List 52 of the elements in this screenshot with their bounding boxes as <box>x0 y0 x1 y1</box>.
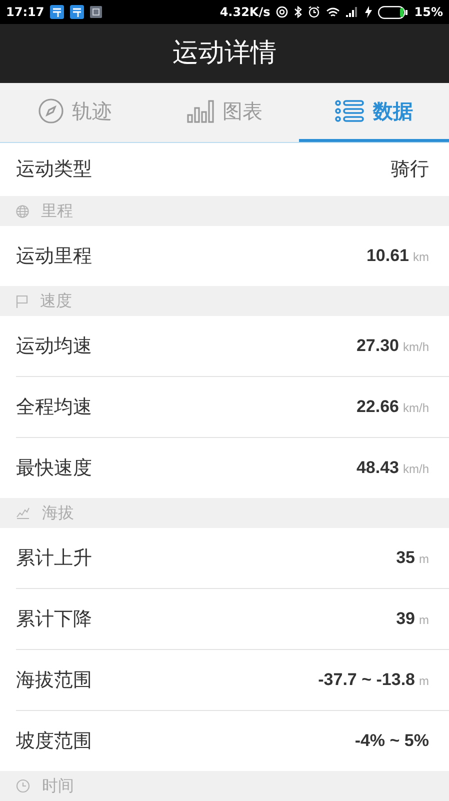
battery-percent: 15% <box>414 4 443 21</box>
row-label: 全程均速 <box>16 394 92 420</box>
row-value: 骑行 <box>391 157 429 182</box>
wifi-icon <box>326 6 340 18</box>
flag-icon <box>16 294 28 308</box>
unit-label: m <box>419 551 429 568</box>
unit-label: m <box>419 673 429 690</box>
tab[interactable]: 轨迹 <box>0 83 150 142</box>
row-value: 22.66 <box>356 396 399 418</box>
row-label: 运动里程 <box>16 244 92 269</box>
row-value: 35 <box>396 547 415 570</box>
unit-label: km/h <box>402 461 429 478</box>
row-value: -37.7 ~ -13.8 <box>318 669 415 692</box>
app-notification-icon <box>50 5 64 19</box>
trend-line-icon <box>16 507 30 519</box>
network-speed: 4.32K/s <box>220 4 270 21</box>
section-header: 海拔 <box>42 502 74 524</box>
globe-icon <box>16 204 29 218</box>
row-value: -4% ~ 5% <box>354 730 429 752</box>
section-header: 里程 <box>41 200 73 222</box>
row-label: 最快速度 <box>16 456 92 481</box>
list-icon <box>335 99 366 123</box>
compass-icon <box>38 98 64 124</box>
row-label: 累计下降 <box>16 606 92 632</box>
unit-label: km/h <box>402 339 429 356</box>
signal-icon <box>346 7 360 17</box>
row-label: 坡度范围 <box>16 728 92 754</box>
row-label: 累计上升 <box>16 546 92 571</box>
row-label: 运动类型 <box>16 157 92 182</box>
row-value: 27.30 <box>356 335 399 358</box>
section-header: 速度 <box>40 290 72 312</box>
status-time: 17:17 <box>6 4 44 21</box>
image-icon <box>90 6 102 18</box>
row-value: 10.61 <box>366 245 409 268</box>
row-value: 39 <box>396 608 415 630</box>
battery-icon <box>378 6 408 18</box>
row-value: 48.43 <box>356 457 399 480</box>
bluetooth-icon <box>294 6 302 18</box>
section-header: 时间 <box>42 775 74 797</box>
sync-icon <box>276 6 288 18</box>
tab[interactable]: 图表 <box>150 83 300 142</box>
unit-label: km <box>413 249 429 266</box>
bar-chart-icon <box>186 99 214 123</box>
alarm-icon <box>308 6 320 18</box>
row-label: 海拔范围 <box>16 668 92 693</box>
app-notification-icon <box>70 5 84 19</box>
unit-label: km/h <box>402 400 429 418</box>
unit-label: m <box>419 612 429 630</box>
page-title: 运动详情 <box>172 37 276 70</box>
row-label: 运动均速 <box>16 334 92 359</box>
clock-icon <box>16 779 30 793</box>
charging-icon <box>365 6 372 18</box>
